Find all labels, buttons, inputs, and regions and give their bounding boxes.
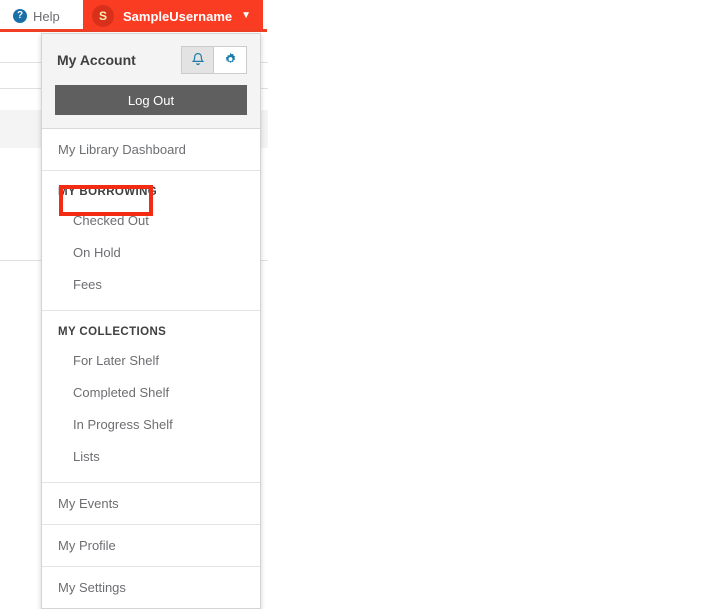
menu-item-completed-shelf[interactable]: Completed Shelf bbox=[42, 377, 260, 409]
menu-item-my-settings[interactable]: My Settings bbox=[42, 567, 260, 608]
events-section: My Events bbox=[42, 482, 260, 524]
header-icon-group bbox=[181, 45, 247, 74]
menu-item-lists[interactable]: Lists bbox=[42, 441, 260, 473]
help-link[interactable]: ? Help bbox=[13, 0, 60, 32]
settings-section: My Settings bbox=[42, 566, 260, 608]
gear-icon bbox=[223, 52, 238, 67]
menu-item-my-library-dashboard[interactable]: My Library Dashboard bbox=[42, 129, 260, 170]
top-header-bar: ? Help S SampleUsername ▼ bbox=[0, 0, 710, 32]
bell-icon bbox=[191, 52, 205, 67]
borrowing-section: MY BORROWING Checked Out On Hold Fees bbox=[42, 170, 260, 310]
menu-item-my-profile[interactable]: My Profile bbox=[42, 525, 260, 566]
chevron-down-icon: ▼ bbox=[241, 10, 252, 21]
section-label-my-borrowing: MY BORROWING bbox=[58, 186, 158, 198]
logout-container: Log Out bbox=[42, 85, 260, 128]
account-dropdown-panel: My Account Log Out My Library Dashboard … bbox=[41, 33, 261, 609]
header-accent-underline bbox=[0, 29, 267, 32]
username-label: SampleUsername bbox=[123, 8, 233, 24]
menu-item-fees[interactable]: Fees bbox=[42, 269, 260, 301]
collections-section: MY COLLECTIONS For Later Shelf Completed… bbox=[42, 310, 260, 482]
section-label-my-collections: MY COLLECTIONS bbox=[58, 326, 167, 338]
menu-item-checked-out[interactable]: Checked Out bbox=[42, 205, 260, 237]
dashboard-section: My Library Dashboard bbox=[42, 128, 260, 170]
menu-item-on-hold[interactable]: On Hold bbox=[42, 237, 260, 269]
dropdown-title: My Account bbox=[57, 51, 136, 68]
menu-item-my-events[interactable]: My Events bbox=[42, 483, 260, 524]
settings-button[interactable] bbox=[214, 46, 246, 73]
profile-section: My Profile bbox=[42, 524, 260, 566]
menu-item-for-later-shelf[interactable]: For Later Shelf bbox=[42, 345, 260, 377]
dropdown-header: My Account bbox=[42, 34, 260, 85]
help-label: Help bbox=[33, 8, 60, 24]
help-circle-icon: ? bbox=[13, 9, 27, 23]
menu-item-in-progress-shelf[interactable]: In Progress Shelf bbox=[42, 409, 260, 441]
avatar: S bbox=[92, 5, 114, 27]
logout-button[interactable]: Log Out bbox=[55, 85, 247, 115]
alerts-button[interactable] bbox=[182, 46, 214, 73]
user-menu-button[interactable]: S SampleUsername ▼ bbox=[83, 0, 263, 32]
